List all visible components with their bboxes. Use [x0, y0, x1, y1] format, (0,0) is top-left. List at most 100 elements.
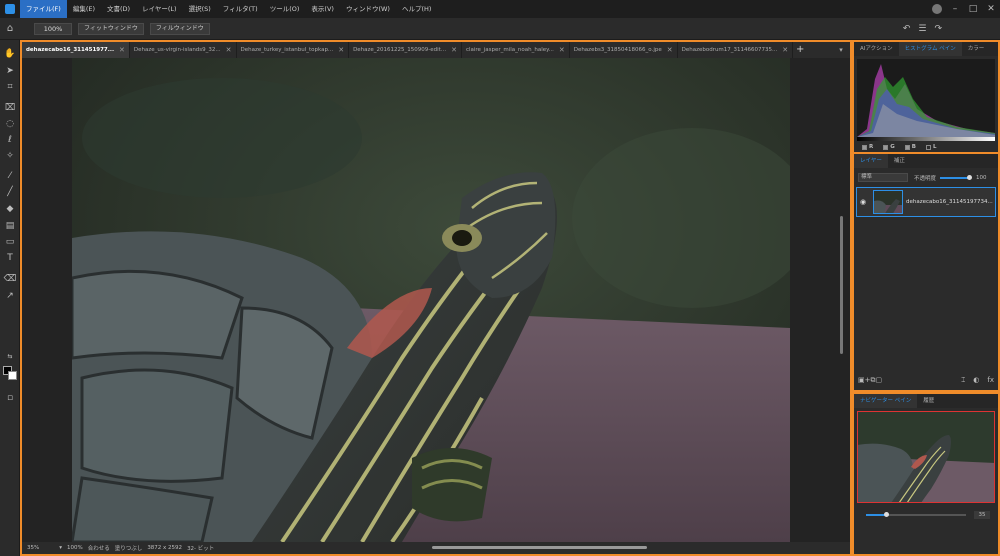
- document-tab[interactable]: Dehazebs3_31850418066_o.jpe ✕: [570, 42, 678, 58]
- effects-icon[interactable]: fx: [987, 376, 994, 385]
- document-area: dehazecabo16_311451977... ✕ Dehaze_us-vir…: [20, 40, 852, 556]
- fit-window-button[interactable]: フィットウィンドウ: [78, 22, 144, 35]
- tab-ai-actions[interactable]: AIアクション: [854, 42, 899, 56]
- background-color-swatch[interactable]: [8, 371, 17, 380]
- menu-select[interactable]: 選択(S): [183, 0, 217, 18]
- tab-history[interactable]: 履歴: [917, 394, 940, 408]
- redo-icon[interactable]: ↷: [934, 24, 942, 34]
- document-tab[interactable]: dehazecabo16_311451977... ✕: [22, 42, 130, 58]
- close-tab-icon[interactable]: ✕: [119, 46, 125, 54]
- opacity-value[interactable]: 100: [976, 175, 987, 181]
- hand-tool-icon[interactable]: ✋: [4, 48, 16, 60]
- navigator-zoom-slider[interactable]: [866, 512, 966, 517]
- tab-adjustments[interactable]: 補正: [888, 154, 911, 168]
- menu-view[interactable]: 表示(V): [305, 0, 340, 18]
- eraser-tool-icon[interactable]: ⌫: [4, 273, 17, 285]
- tab-list-dropdown-icon[interactable]: ▾: [836, 42, 846, 58]
- turtle-photo: [72, 58, 790, 542]
- navigator-preview[interactable]: [857, 411, 995, 503]
- document-tab[interactable]: Dehazebodrum17_31146607735... ✕: [678, 42, 794, 58]
- channel-r-checkbox[interactable]: [862, 144, 867, 150]
- image-canvas[interactable]: [72, 58, 790, 542]
- close-tab-icon[interactable]: ✕: [226, 46, 232, 54]
- eyedropper-icon[interactable]: ⁄: [4, 170, 16, 182]
- close-tab-icon[interactable]: ✕: [782, 46, 788, 54]
- status-fill-button[interactable]: 塗りつぶし: [115, 544, 143, 552]
- close-tab-icon[interactable]: ✕: [451, 46, 457, 54]
- text-tool-icon[interactable]: T: [4, 252, 16, 264]
- menu-edit[interactable]: 編集(E): [67, 0, 101, 18]
- status-zoom[interactable]: 35%: [27, 545, 39, 551]
- menu-document[interactable]: 文書(D): [101, 0, 136, 18]
- channel-r[interactable]: R: [862, 144, 873, 150]
- fill-tool-icon[interactable]: ◆: [4, 203, 16, 215]
- maximize-button[interactable]: □: [964, 0, 982, 18]
- mask-icon[interactable]: ▢: [876, 376, 883, 385]
- crop-tool-icon[interactable]: ⌧: [4, 102, 16, 114]
- quick-mask-icon[interactable]: ▫: [4, 392, 16, 404]
- zoom-field[interactable]: 100%: [34, 22, 72, 35]
- logo-icon: [5, 4, 15, 14]
- channel-g[interactable]: G: [883, 144, 895, 150]
- menu-window[interactable]: ウィンドウ(W): [340, 0, 396, 18]
- horizontal-scroll-thumb[interactable]: [432, 546, 647, 549]
- new-group-icon[interactable]: ▣: [858, 376, 865, 385]
- document-tab[interactable]: Dehaze_turkey_istanbul_topkap... ✕: [237, 42, 350, 58]
- home-icon[interactable]: ⌂: [0, 18, 20, 40]
- visibility-eye-icon[interactable]: ◉: [857, 198, 869, 206]
- channel-g-checkbox[interactable]: [883, 144, 889, 150]
- merge-icon[interactable]: ⌶: [961, 376, 965, 385]
- channel-l-checkbox[interactable]: [925, 144, 931, 150]
- navigator-zoom-value[interactable]: 35: [974, 511, 990, 519]
- document-tab[interactable]: Dehaze_us-virgin-islands9_32... ✕: [130, 42, 237, 58]
- tab-histogram[interactable]: ヒストグラム ペイン: [898, 42, 962, 56]
- menu-file[interactable]: ファイル(F): [20, 0, 67, 18]
- new-tab-button[interactable]: +: [793, 42, 807, 58]
- menu-tools[interactable]: ツール(O): [264, 0, 306, 18]
- close-tab-icon[interactable]: ✕: [338, 46, 344, 54]
- opacity-slider[interactable]: [940, 174, 973, 180]
- document-tab[interactable]: Dehaze_20161225_150909-edit... ✕: [349, 42, 462, 58]
- layer-row[interactable]: ◉ dehazecabo16_31145197734...: [856, 187, 996, 217]
- navigator-view-rectangle[interactable]: [857, 411, 995, 503]
- marquee-tool-icon[interactable]: ◌: [4, 118, 16, 130]
- menu-layer[interactable]: レイヤー(L): [136, 0, 183, 18]
- status-fit-button[interactable]: 合わせる: [88, 544, 110, 552]
- shape-tool-icon[interactable]: ▭: [4, 236, 16, 248]
- horizontal-scrollbar[interactable]: [242, 545, 842, 550]
- menu-filter[interactable]: フィルタ(T): [217, 0, 264, 18]
- brush-tool-icon[interactable]: ╱: [4, 186, 16, 198]
- fill-window-button[interactable]: フィルウィンドウ: [149, 22, 210, 35]
- channel-b[interactable]: B: [904, 144, 916, 150]
- status-100-button[interactable]: 100%: [67, 545, 83, 551]
- adjustment-icon[interactable]: ◐: [973, 376, 979, 385]
- slider-fill: [866, 514, 886, 516]
- document-tab[interactable]: claire_jasper_mila_noah_haley... ✕: [462, 42, 570, 58]
- swap-colors-icon[interactable]: ⇆: [4, 350, 16, 362]
- minimize-button[interactable]: –: [946, 0, 964, 18]
- vertical-scroll-thumb[interactable]: [840, 216, 843, 354]
- channel-b-checkbox[interactable]: [904, 144, 910, 150]
- histogram-panel: AIアクション ヒストグラム ペイン カラー R G B L: [852, 40, 1000, 166]
- lasso-tool-icon[interactable]: ℓ: [4, 134, 16, 146]
- slider-knob[interactable]: [884, 512, 889, 517]
- move-tool-icon[interactable]: ➤: [4, 65, 16, 77]
- smudge-tool-icon[interactable]: ↗: [4, 290, 16, 302]
- undo-icon[interactable]: ↶: [903, 24, 911, 34]
- close-tab-icon[interactable]: ✕: [667, 46, 673, 54]
- transform-tool-icon[interactable]: ⌗: [4, 81, 16, 93]
- channel-l[interactable]: L: [925, 144, 936, 150]
- account-button[interactable]: [928, 0, 946, 18]
- close-tab-icon[interactable]: ✕: [559, 46, 565, 54]
- tab-color[interactable]: カラー: [962, 42, 991, 56]
- menu-icon[interactable]: ☰: [918, 24, 926, 34]
- tab-navigator[interactable]: ナビゲーター ペイン: [854, 394, 918, 408]
- status-zoom-dropdown-icon[interactable]: ▾: [59, 545, 62, 551]
- vertical-scrollbar[interactable]: [840, 58, 844, 542]
- magic-wand-icon[interactable]: ✧: [4, 150, 16, 162]
- gradient-tool-icon[interactable]: ▤: [4, 220, 16, 232]
- blend-mode-select[interactable]: 標準: [858, 173, 908, 182]
- tab-layers[interactable]: レイヤー: [854, 154, 888, 168]
- close-button[interactable]: ✕: [982, 0, 1000, 18]
- menu-help[interactable]: ヘルプ(H): [396, 0, 437, 18]
